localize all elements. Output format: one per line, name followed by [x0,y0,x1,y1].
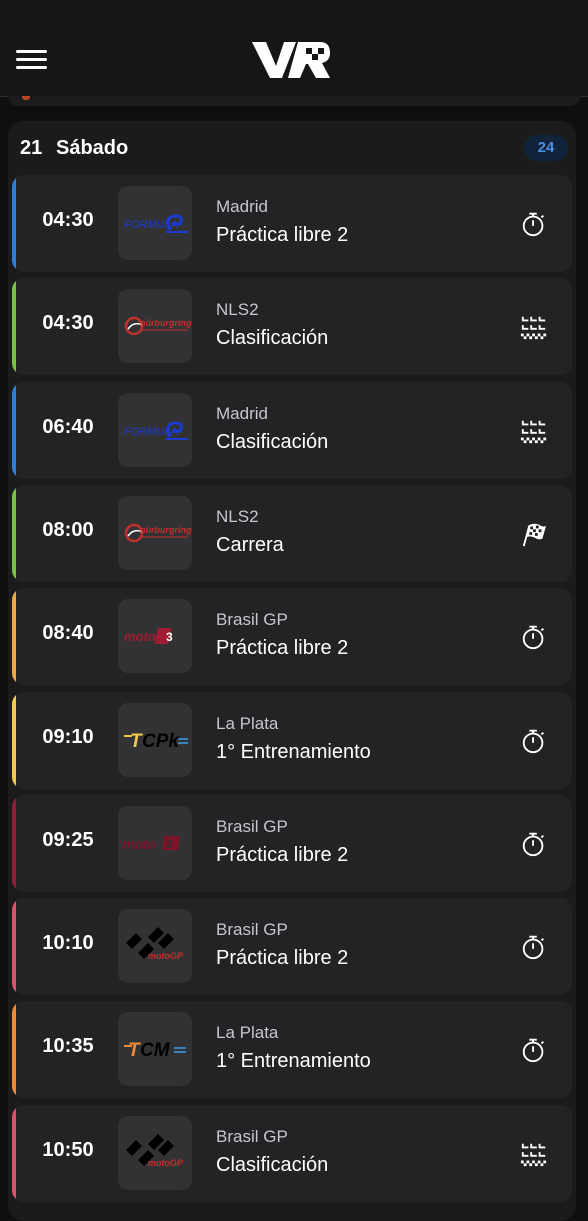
formula-e-logo: FORMULA [118,392,192,467]
nurburgring-logo: nürburgring [118,289,192,364]
event-location: Brasil GP [216,816,288,836]
event-session: 1° Entrenamiento [216,740,371,763]
event-location: Brasil GP [216,1126,288,1146]
event-location: Brasil GP [216,610,288,630]
top-bar [0,0,588,97]
event-session: Práctica libre 2 [216,637,349,660]
event-time: 10:35 [42,1035,94,1058]
svg-text:moto: moto [122,836,157,852]
stopwatch-icon [522,212,544,237]
event-session: 1° Entrenamiento [216,1050,371,1073]
event-location: Brasil GP [216,920,288,940]
event-location: NLS2 [216,506,259,526]
svg-text:motoGP: motoGP [148,951,184,961]
series-color-bar [12,794,16,892]
event-time: 08:40 [42,622,94,645]
motogp-logo: motoGP [118,909,192,984]
event-row[interactable]: 10:35 T CM La Plata 1° Entrenamiento [12,1001,572,1099]
event-location: La Plata [216,1023,279,1043]
previous-day-card-edge [8,96,580,106]
event-row[interactable]: 10:10 motoGP Brasil GP Práctica libre 2 [12,898,572,996]
event-row[interactable]: 06:40 FORMULA Madrid Clasificación [12,381,572,479]
day-name: Sábado [56,137,129,159]
svg-text:3: 3 [166,630,173,644]
tcm-logo: T CM [118,1012,192,1087]
series-color-bar [12,278,16,376]
series-color-bar [12,898,16,996]
starting-grid-icon [520,420,547,443]
event-location: Madrid [216,403,268,423]
event-session: Clasificación [216,430,329,453]
event-session: Práctica libre 2 [216,843,349,866]
nurburgring-logo: nürburgring [118,495,192,570]
starting-grid-icon [520,1143,547,1166]
motogp-logo: motoGP [118,1115,192,1190]
app-logo-icon[interactable] [250,36,334,84]
day-number: 21 [20,137,43,159]
event-location: Madrid [216,197,268,216]
stopwatch-icon [522,832,544,856]
stopwatch-icon [522,729,544,753]
svg-text:CM: CM [140,1040,171,1061]
event-location: NLS2 [216,300,259,320]
checkered-flag-icon [522,523,547,547]
series-color-bar [12,381,16,479]
stopwatch-icon [522,935,544,960]
svg-text:nürburgring: nürburgring [140,525,192,535]
series-color-bar [12,175,16,272]
svg-text:2: 2 [166,837,173,851]
event-session: Clasificación [216,1153,329,1176]
svg-text:moto: moto [124,629,156,644]
event-row[interactable]: 08:00 nürburgring NLS2 Carrera [12,484,572,582]
event-count-badge: 24 [524,135,568,161]
event-row[interactable]: 04:30 FORMULA Madrid Práctica libre 2 [12,175,572,272]
event-session: Clasificación [216,327,329,350]
formula-e-logo: FORMULA [118,186,192,260]
day-card: 21 Sábado 24 04:30 FORMULA Madrid Práctica … [8,121,576,1221]
event-time: 08:00 [42,518,94,541]
series-color-bar [12,1104,16,1202]
series-color-bar [12,691,16,789]
event-location: La Plata [216,713,279,733]
event-row[interactable]: 09:10 T CPk La Plata 1° Entrenamiento [12,691,572,789]
event-time: 04:30 [42,312,94,335]
event-row[interactable]: 09:25 moto 2 Brasil GP Práctica libre 2 [12,794,572,892]
series-color-bar [12,484,16,582]
tc-pick-up-logo: T CPk [118,702,192,777]
event-time: 04:30 [42,209,94,231]
series-color-bar [12,588,16,686]
stopwatch-icon [522,1039,544,1063]
day-header: 21 Sábado 24 [8,121,576,175]
event-row[interactable]: 10:50 motoGP Brasil GP Clasificación [12,1104,572,1202]
starting-grid-icon [520,317,547,340]
svg-text:motoGP: motoGP [148,1158,184,1168]
series-color-bar [12,1001,16,1099]
event-row[interactable]: 04:30 nürburgring NLS2 Clasificación [12,278,572,376]
event-time: 09:25 [42,828,94,851]
svg-text:nürburgring: nürburgring [140,318,192,328]
event-time: 09:10 [42,725,94,748]
event-time: 10:10 [42,932,94,955]
event-session: Carrera [216,533,284,556]
stopwatch-icon [522,625,544,650]
svg-text:CPk: CPk [142,731,180,752]
event-session: Práctica libre 2 [216,224,349,246]
hamburger-menu-icon[interactable] [16,50,47,70]
event-row[interactable]: 08:40 moto 3 Brasil GP Práctica libre 2 [12,588,572,686]
moto2-logo: moto 2 [118,805,192,880]
moto3-logo: moto 3 [118,599,192,674]
event-time: 10:50 [42,1138,94,1161]
event-session: Práctica libre 2 [216,947,349,970]
event-time: 06:40 [42,415,94,438]
